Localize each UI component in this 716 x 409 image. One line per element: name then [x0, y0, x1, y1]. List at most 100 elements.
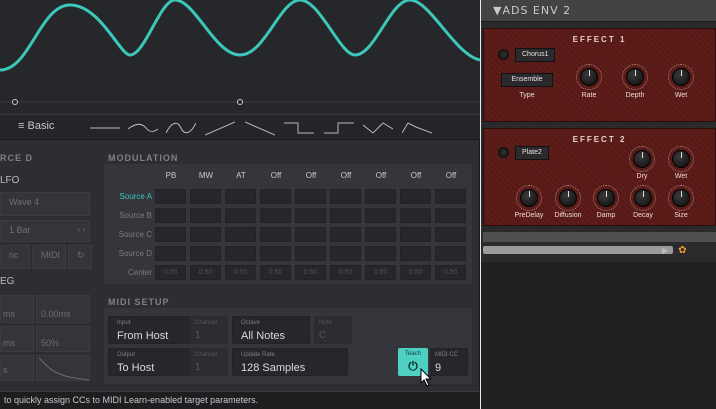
- modulation-cell[interactable]: [400, 189, 431, 204]
- effect2-power-button[interactable]: [498, 147, 509, 158]
- modulation-cell[interactable]: [365, 227, 396, 242]
- modulation-column-header[interactable]: Off: [330, 171, 362, 180]
- diffusion-knob[interactable]: [559, 189, 577, 207]
- modulation-cell[interactable]: [155, 246, 186, 261]
- center-value-cell[interactable]: 0.00: [155, 265, 186, 280]
- modulation-cell[interactable]: [435, 246, 466, 261]
- depth-knob[interactable]: [626, 68, 644, 86]
- modulation-cell[interactable]: [435, 208, 466, 223]
- modulation-cell[interactable]: [330, 227, 361, 242]
- wet-knob[interactable]: [672, 68, 690, 86]
- octave-select[interactable]: Octave All Notes: [232, 316, 310, 344]
- rate-knob[interactable]: [580, 68, 598, 86]
- play-icon[interactable]: ▶: [662, 246, 668, 255]
- modulation-cell[interactable]: [330, 189, 361, 204]
- center-value-cell[interactable]: 0.50: [225, 265, 256, 280]
- modulation-column-header[interactable]: AT: [225, 171, 257, 180]
- modulation-column-header[interactable]: Off: [400, 171, 432, 180]
- modulation-cell[interactable]: [155, 189, 186, 204]
- update-rate-select[interactable]: Update Rate 128 Samples: [232, 348, 348, 376]
- shape-square-inverse-button[interactable]: [324, 119, 354, 137]
- eg-attack-field[interactable]: ms: [0, 295, 34, 323]
- modulation-column-header[interactable]: Off: [260, 171, 292, 180]
- modulation-cell[interactable]: [225, 227, 256, 242]
- shape-triangle-button[interactable]: [363, 119, 393, 137]
- modulation-column-header[interactable]: Off: [295, 171, 327, 180]
- effect1-preset[interactable]: Chorus1: [515, 48, 556, 62]
- damp-knob[interactable]: [597, 189, 615, 207]
- eg-hold-field[interactable]: 0.00ms: [36, 295, 90, 323]
- effect1-power-button[interactable]: [498, 49, 509, 60]
- modulation-cell[interactable]: [260, 227, 291, 242]
- center-value-cell[interactable]: 0.50: [400, 265, 431, 280]
- eg-release-field[interactable]: s: [0, 355, 34, 381]
- eg-decay-field[interactable]: ms: [0, 326, 34, 352]
- modulation-column-header[interactable]: MW: [190, 171, 222, 180]
- lfo-waveform-display[interactable]: [0, 0, 480, 114]
- dry-knob[interactable]: [633, 150, 651, 168]
- modulation-cell[interactable]: [190, 208, 221, 223]
- modulation-column-header[interactable]: Off: [435, 171, 467, 180]
- modulation-cell[interactable]: [365, 208, 396, 223]
- modulation-cell[interactable]: [435, 227, 466, 242]
- center-value-cell[interactable]: 0.50: [365, 265, 396, 280]
- modulation-cell[interactable]: [365, 246, 396, 261]
- center-value-cell[interactable]: 0.50: [260, 265, 291, 280]
- rate-select[interactable]: 1 Bar ‹ ›: [0, 220, 90, 242]
- horizontal-scrollbar[interactable]: [483, 246, 673, 254]
- size-knob[interactable]: [672, 189, 690, 207]
- shape-ramp-down-button[interactable]: [245, 119, 275, 137]
- shape-flat-button[interactable]: [90, 119, 120, 137]
- effect1-type-select[interactable]: Ensemble: [501, 73, 553, 87]
- input-channel-field[interactable]: Channel 1: [190, 316, 228, 344]
- eg-sustain-field[interactable]: 50%: [36, 326, 90, 352]
- modulation-cell[interactable]: [295, 189, 326, 204]
- modulation-cell[interactable]: [225, 189, 256, 204]
- modulation-row-label[interactable]: Source D: [108, 249, 152, 258]
- shape-sine-button[interactable]: [166, 119, 196, 137]
- center-value-cell[interactable]: 0.50: [330, 265, 361, 280]
- env-title[interactable]: ▼ADS ENV 2: [493, 4, 571, 17]
- modulation-cell[interactable]: [190, 246, 221, 261]
- center-value-cell[interactable]: 0.50: [435, 265, 466, 280]
- modulation-cell[interactable]: [260, 189, 291, 204]
- wet2-knob[interactable]: [672, 150, 690, 168]
- shape-square-button[interactable]: [284, 119, 314, 137]
- center-value-cell[interactable]: 0.50: [190, 265, 221, 280]
- shape-ramp-up-button[interactable]: [205, 119, 235, 137]
- midi-toggle[interactable]: MIDI: [32, 245, 66, 269]
- modulation-cell[interactable]: [295, 227, 326, 242]
- shape-category-menu[interactable]: ≡ Basic: [18, 120, 54, 132]
- modulation-cell[interactable]: [435, 189, 466, 204]
- modulation-column-header[interactable]: PB: [155, 171, 187, 180]
- effect2-preset[interactable]: Plate2: [515, 146, 549, 160]
- midi-cc-field[interactable]: MIDI CC 9: [430, 348, 468, 376]
- modulation-cell[interactable]: [295, 208, 326, 223]
- modulation-cell[interactable]: [330, 246, 361, 261]
- modulation-row-label[interactable]: Source B: [108, 211, 152, 220]
- modulation-cell[interactable]: [260, 208, 291, 223]
- modulation-cell[interactable]: [330, 208, 361, 223]
- output-channel-field[interactable]: Channel 1: [190, 348, 228, 376]
- modulation-cell[interactable]: [260, 246, 291, 261]
- sync-toggle[interactable]: nc: [0, 245, 30, 269]
- modulation-row-label[interactable]: Source A: [108, 192, 152, 201]
- modulation-cell[interactable]: [190, 227, 221, 242]
- modulation-cell[interactable]: [400, 227, 431, 242]
- retrigger-icon[interactable]: ↻: [68, 245, 92, 269]
- note-field[interactable]: Note C: [314, 316, 352, 344]
- modulation-cell[interactable]: [190, 189, 221, 204]
- modulation-cell[interactable]: [225, 208, 256, 223]
- shape-envelope-button[interactable]: [402, 119, 432, 137]
- modulation-cell[interactable]: [295, 246, 326, 261]
- pattern-icon[interactable]: ✿: [677, 245, 688, 256]
- modulation-cell[interactable]: [155, 227, 186, 242]
- modulation-cell[interactable]: [400, 246, 431, 261]
- modulation-cell[interactable]: [155, 208, 186, 223]
- predelay-knob[interactable]: [520, 189, 538, 207]
- wave-select[interactable]: Wave 4: [0, 192, 90, 216]
- modulation-row-label[interactable]: Source C: [108, 230, 152, 239]
- shape-sine-short-button[interactable]: [128, 119, 158, 137]
- decay-knob[interactable]: [634, 189, 652, 207]
- modulation-cell[interactable]: [225, 246, 256, 261]
